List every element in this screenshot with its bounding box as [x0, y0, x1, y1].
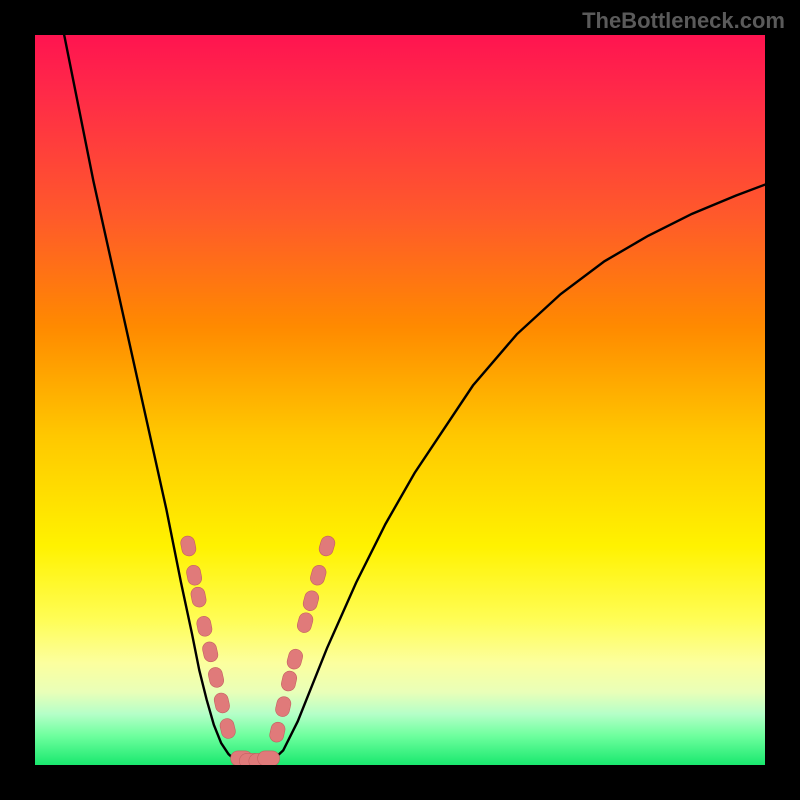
site-label: TheBottleneck.com: [582, 8, 785, 34]
plot-area: [35, 35, 765, 765]
outer-frame: TheBottleneck.com: [0, 0, 800, 800]
bottleneck-curve: [64, 35, 765, 765]
curve-svg: [35, 35, 765, 765]
curve-markers: [179, 534, 336, 765]
